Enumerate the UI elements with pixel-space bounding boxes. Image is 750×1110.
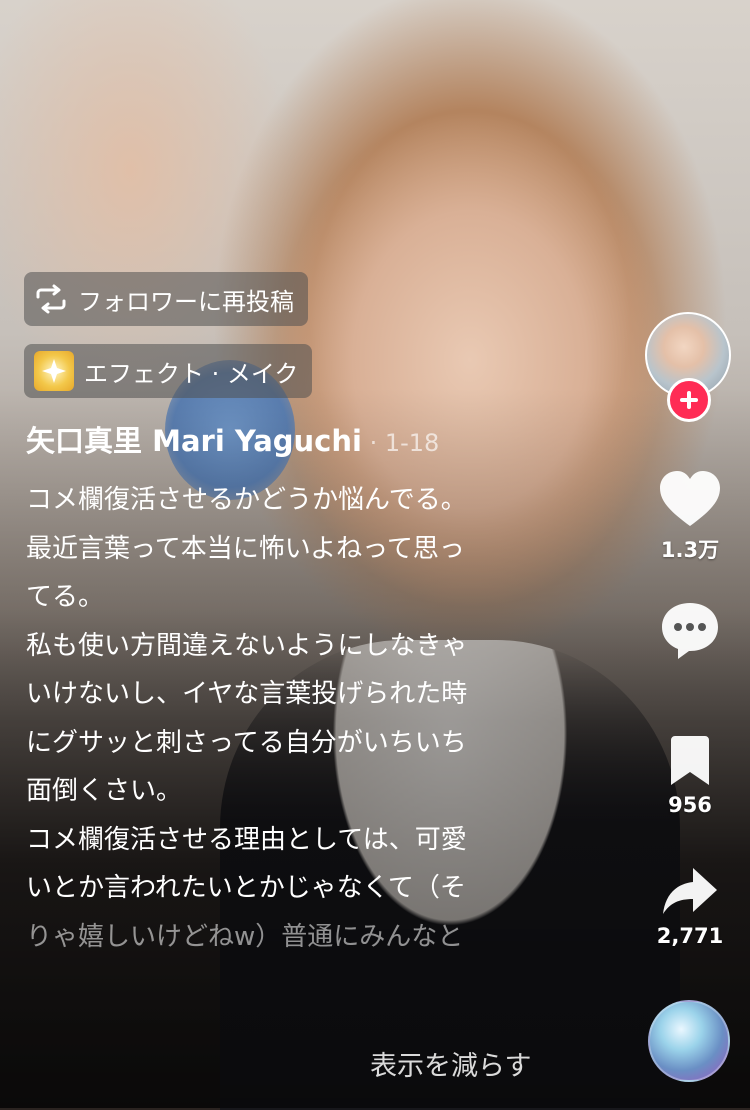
effect-label: エフェクト · メイク	[84, 359, 299, 388]
caption-line: いけないし、イヤな言葉投げられた時	[26, 679, 468, 709]
caption-line: いとか言われたいとかじゃなくて（そ	[26, 873, 466, 903]
repost-to-followers-chip[interactable]: フォロワーに再投稿	[24, 272, 308, 326]
post-date: · 1-18	[361, 429, 440, 457]
author-line[interactable]: 矢口真里 Mari Yaguchi · 1-18	[26, 418, 439, 460]
share-count: 2,771	[656, 924, 724, 948]
author-name[interactable]: 矢口真里 Mari Yaguchi	[26, 424, 362, 458]
caption[interactable]: コメ欄復活させるかどうか悩んでる。 最近言葉って本当に怖いよねって思っ てる。 …	[26, 476, 546, 961]
caption-line: てる。	[26, 582, 105, 612]
show-less-link[interactable]: 表示を減らす	[370, 1044, 531, 1083]
repost-label: フォロワーに再投稿	[78, 287, 294, 316]
caption-line: にグサッと刺さってる自分がいちいち	[26, 727, 467, 758]
comment-button[interactable]	[650, 600, 730, 662]
caption-line: りゃ嬉しいけどねw）普通にみんなと	[26, 921, 464, 952]
caption-line: 面倒くさい。	[26, 776, 183, 806]
like-count: 1.3万	[660, 538, 720, 562]
repost-icon	[34, 284, 68, 314]
heart-icon	[660, 471, 720, 526]
effect-chip[interactable]: エフェクト · メイク	[24, 344, 313, 398]
follow-plus-icon[interactable]	[667, 378, 711, 422]
effect-icon	[34, 351, 74, 391]
bookmark-icon	[671, 736, 709, 785]
share-icon	[663, 868, 717, 914]
like-button[interactable]: 1.3万	[650, 470, 730, 564]
save-count: 956	[668, 793, 712, 817]
creator-avatar-wrap[interactable]	[645, 312, 735, 422]
share-button[interactable]: 2,771	[650, 866, 730, 948]
caption-line: 最近言葉って本当に怖いよねって思っ	[26, 533, 465, 564]
save-button[interactable]: 956	[650, 735, 730, 817]
caption-line: コメ欄復活させる理由としては、可愛	[26, 824, 467, 855]
caption-line: コメ欄復活させるかどうか悩んでる。	[26, 485, 467, 515]
caption-line: 私も使い方間違えないようにしなきゃ	[26, 630, 468, 661]
comment-icon	[662, 603, 718, 659]
sound-disc[interactable]	[648, 1000, 730, 1082]
